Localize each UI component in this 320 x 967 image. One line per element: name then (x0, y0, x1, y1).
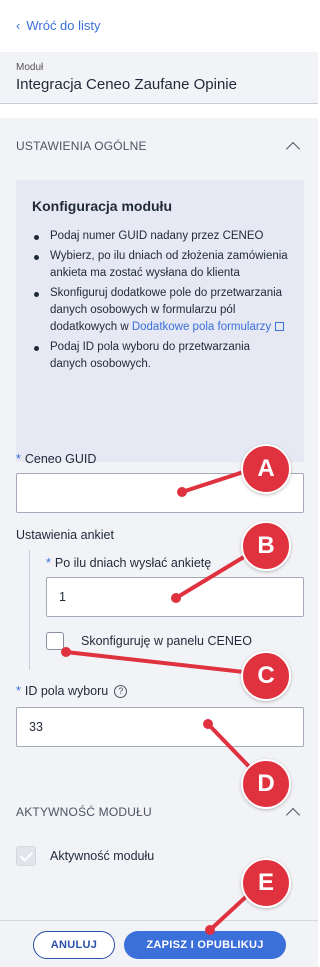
section-general-header[interactable]: USTAWIENIA OGÓLNE (0, 118, 318, 174)
choice-field-id-label-text: ID pola wyboru (24, 684, 109, 698)
additional-fields-link[interactable]: Dodatkowe pola formularzy (131, 321, 285, 333)
group-divider (29, 550, 30, 670)
module-activity-checkbox[interactable] (16, 846, 36, 866)
chevron-up-icon[interactable] (285, 141, 301, 156)
back-to-list-link[interactable]: ‹ Wróć do listy (16, 18, 101, 33)
info-item: Podaj ID pola wyboru do przetwarzania da… (32, 339, 288, 373)
info-item: Skonfiguruj dodatkowe pole do przetwarza… (32, 285, 288, 336)
annotation-marker-e: E (241, 858, 291, 908)
chevron-left-icon: ‹ (16, 18, 21, 33)
annotation-dot-e (205, 925, 215, 935)
annotation-dot-d (203, 719, 213, 729)
survey-days-label: * Po ilu dniach wysłać ankietę (46, 556, 211, 570)
annotation-dot-c (61, 647, 71, 657)
configure-in-panel-checkbox[interactable] (46, 632, 64, 650)
help-icon[interactable]: ? (114, 685, 128, 699)
info-item: Podaj numer GUID nadany przez CENEO (32, 228, 288, 245)
required-asterisk: * (16, 684, 21, 698)
choice-field-id-label: * ID pola wyboru? (16, 684, 128, 699)
info-list: Podaj numer GUID nadany przez CENEO Wybi… (32, 228, 288, 373)
back-link-label: Wróć do listy (26, 18, 101, 33)
external-link-icon (275, 322, 285, 331)
module-header: Moduł Integracja Ceneo Zaufane Opinie (0, 52, 318, 104)
info-title: Konfiguracja modułu (32, 198, 172, 214)
survey-settings-label: Ustawienia ankiet (16, 528, 114, 542)
section-activity-title: AKTYWNOŚĆ MODUŁU (16, 805, 152, 819)
section-general-title: USTAWIENIA OGÓLNE (16, 139, 147, 153)
annotation-dot-a (177, 487, 187, 497)
configure-in-panel-label: Skonfiguruję w panelu CENEO (81, 634, 252, 648)
annotation-dot-b (171, 593, 181, 603)
additional-fields-link-text: Dodatkowe pola formularzy (131, 321, 272, 333)
footer-bar: ANULUJ ZAPISZ I OPUBLIKUJ (0, 920, 318, 967)
survey-days-label-text: Po ilu dniach wysłać ankietę (54, 556, 212, 570)
module-activity-label: Aktywność modułu (50, 849, 155, 863)
annotation-marker-d: D (241, 759, 291, 809)
info-item: Wybierz, po ilu dniach od złożenia zamów… (32, 248, 288, 282)
module-name: Integracja Ceneo Zaufane Opinie (16, 76, 237, 93)
cancel-button[interactable]: ANULUJ (33, 931, 115, 959)
ceneo-guid-label-text: Ceneo GUID (24, 452, 97, 466)
required-asterisk: * (46, 556, 51, 570)
module-caption: Moduł (16, 62, 44, 73)
annotation-marker-a: A (241, 444, 291, 494)
ceneo-guid-label: * Ceneo GUID (16, 452, 96, 466)
save-publish-button[interactable]: ZAPISZ I OPUBLIKUJ (124, 931, 286, 959)
choice-field-id-input[interactable] (16, 707, 304, 747)
annotation-marker-b: B (241, 521, 291, 571)
chevron-up-icon[interactable] (285, 807, 301, 822)
annotation-marker-c: C (241, 651, 291, 701)
required-asterisk: * (16, 452, 21, 466)
info-box: Konfiguracja modułu Podaj numer GUID nad… (16, 180, 304, 462)
